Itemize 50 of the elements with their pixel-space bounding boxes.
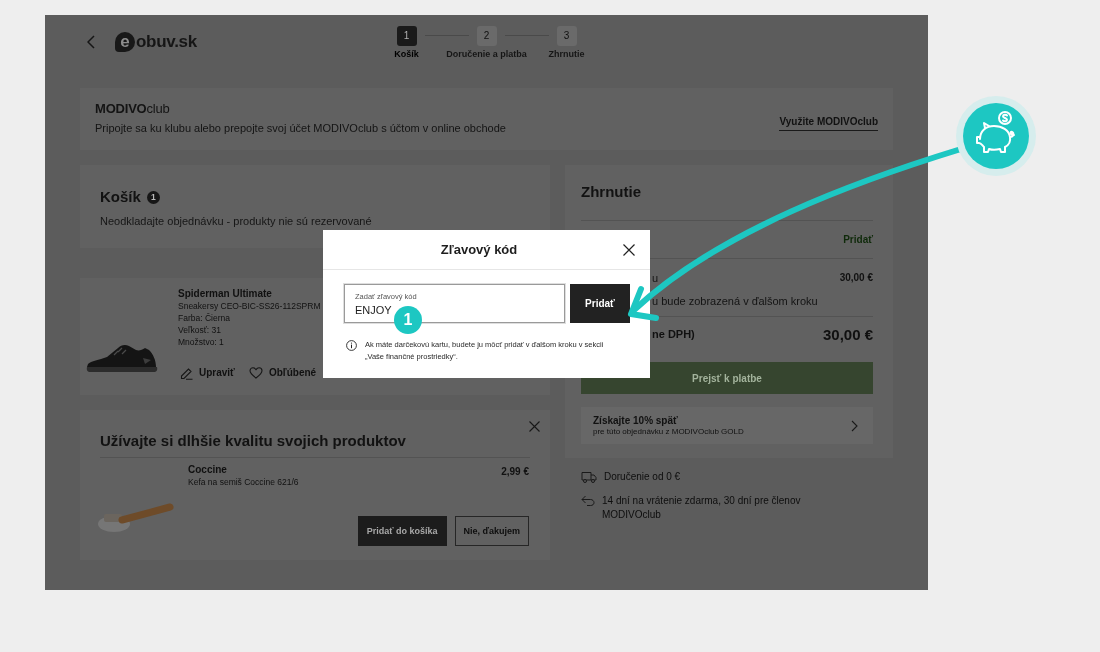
count-badge: 1 (146, 190, 160, 204)
piggy-bank-icon (956, 96, 1036, 176)
step-number[interactable]: 3 (556, 25, 577, 46)
benefit-text: 14 dní na vrátenie zdarma, 30 dní pre členov MODIVOclub (602, 494, 802, 522)
back-chevron-icon[interactable] (87, 34, 95, 49)
total-label: ne DPH) (652, 328, 695, 340)
add-discount-link[interactable]: Pridať (843, 234, 873, 245)
benefit-text: Doručenie od 0 € (604, 470, 682, 484)
summary-title: Zhrnutie (581, 183, 641, 201)
step-number[interactable]: 1 (396, 25, 417, 46)
cart-title: Košík (100, 188, 141, 206)
product-description: Kefa na semiš Coccine 621/6 (188, 476, 299, 488)
product-detail: Množstvo: 1 (178, 336, 224, 348)
step-label[interactable]: Zhrnutie (548, 48, 585, 60)
chevron-right-icon (851, 419, 858, 432)
product-name: Coccine (188, 464, 227, 476)
summary-value: 30,00 € (839, 271, 873, 285)
product-detail: Farba: Čierna (178, 312, 230, 324)
return-arrow-icon (581, 495, 595, 506)
step-label[interactable]: Košík (394, 48, 419, 60)
step-label[interactable]: Doručenie a platba (446, 48, 527, 60)
club-link[interactable]: Využite MODIVOclub (779, 115, 878, 131)
product-price: 2,99 € (501, 466, 529, 478)
logo-wordmark[interactable]: obuv.sk (136, 31, 197, 52)
cashback-banner[interactable]: Získajte 10% späť pre túto objednávku z MODIVOclub GOLD (581, 407, 873, 444)
cashback-text: pre túto objednávku z MODIVOclub GOLD (593, 427, 744, 437)
pencil-icon (180, 366, 193, 380)
club-brand: MODIVOclub (95, 100, 171, 118)
dialog-title: Zľavový kód (440, 242, 518, 257)
total-value: 30,00 € (822, 325, 873, 343)
apply-button[interactable]: Pridať (570, 284, 630, 323)
summary-note: u bude zobrazená v ďalšom kroku (652, 294, 818, 308)
add-to-cart-button[interactable]: Pridať do košíka (357, 516, 447, 546)
product-detail: Veľkosť: 31 (178, 324, 221, 336)
info-icon (346, 340, 357, 351)
product-detail: Sneakersy CEO-BIC-SS26-112SPRM (178, 300, 321, 312)
truck-icon (581, 471, 597, 483)
club-text: Pripojte sa ku klubu alebo prepojte svoj účet MODIVOclub s účtom v online obchode (95, 121, 506, 135)
logo-mark[interactable]: e (115, 31, 135, 52)
decline-button[interactable]: Nie, ďakujem (454, 516, 529, 546)
product-name: Spiderman Ultimate (178, 288, 272, 300)
product-action-link[interactable]: Upraviť (180, 365, 235, 381)
upsell-title: Užívajte si dlhšie kvalitu svojich produktov (100, 432, 406, 450)
step-number[interactable]: 2 (476, 25, 497, 46)
cashback-title: Získajte 10% späť (593, 414, 678, 427)
product-action-link[interactable]: Obľúbené (248, 365, 317, 381)
heart-icon (248, 367, 263, 379)
summary-label: u (652, 271, 659, 285)
cart-note: Neodkladajte objednávku - produkty nie sú rezervované (100, 214, 372, 228)
close-icon[interactable] (623, 243, 635, 256)
